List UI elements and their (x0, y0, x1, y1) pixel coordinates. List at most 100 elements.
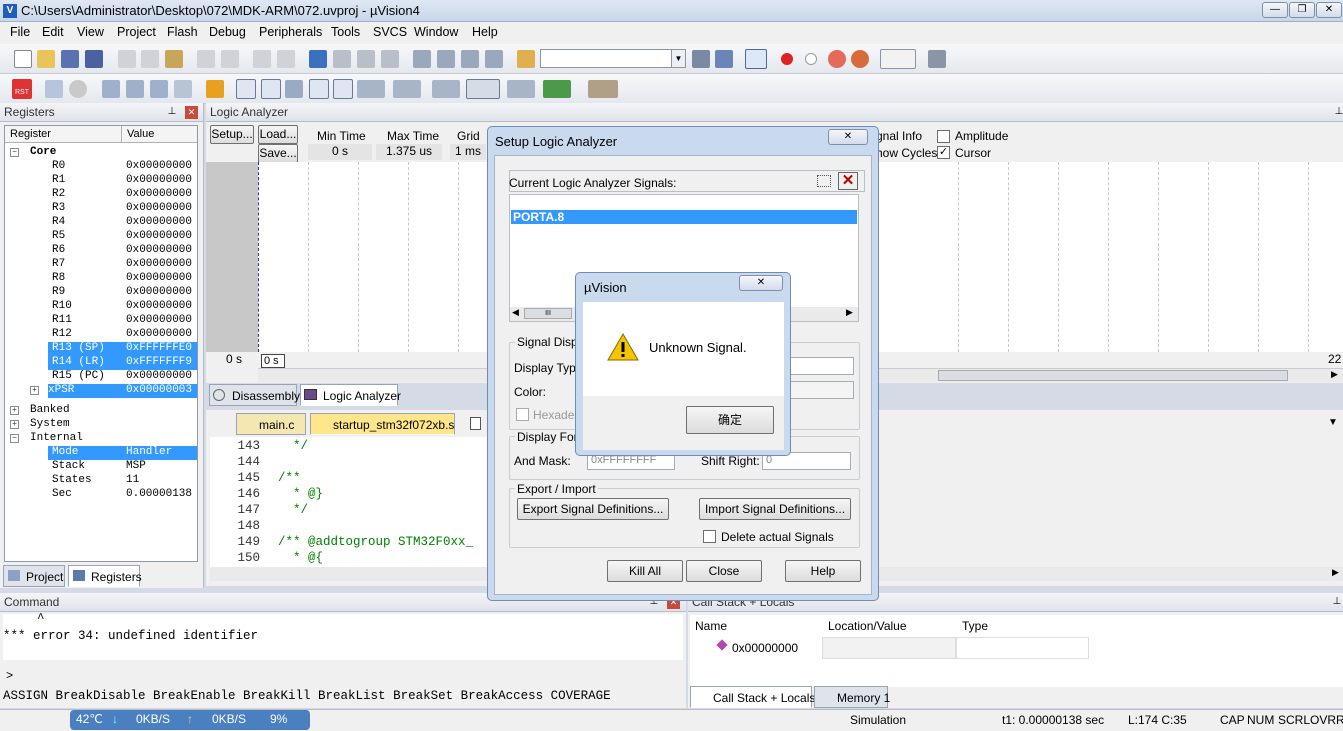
close-icon[interactable]: ✕ (828, 129, 868, 145)
delete-signal-icon[interactable]: ✕ (838, 172, 858, 190)
clear-bookmarks-icon[interactable] (381, 50, 399, 68)
internal-row[interactable]: Stack MSP (5, 460, 197, 474)
run-to-cursor-icon[interactable] (174, 80, 192, 98)
internal-row[interactable]: States 11 (5, 474, 197, 488)
close-icon[interactable]: ✕ (185, 106, 198, 119)
pin-icon[interactable]: ⊥ (166, 106, 178, 118)
register-row[interactable]: R3 0x00000000 (5, 202, 197, 216)
prev-bookmark-icon[interactable] (333, 50, 351, 68)
register-row[interactable]: R2 0x00000000 (5, 188, 197, 202)
display-type-select[interactable] (788, 357, 854, 375)
memory-windows-icon[interactable] (393, 80, 421, 98)
menu-view[interactable]: View (77, 25, 104, 39)
import-definitions-button[interactable]: Import Signal Definitions... (699, 498, 851, 520)
column-location[interactable]: Location/Value (828, 619, 907, 633)
close-icon[interactable]: ✕ (739, 275, 783, 291)
la-save-button[interactable]: Save... (258, 144, 298, 163)
menu-flash[interactable]: Flash (167, 25, 198, 39)
scroll-right-icon[interactable]: ▶ (846, 307, 853, 318)
register-row[interactable]: R4 0x00000000 (5, 216, 197, 230)
trace-windows-icon[interactable] (507, 80, 535, 98)
hexadecimal-checkbox[interactable] (516, 408, 529, 421)
redo-icon[interactable] (221, 50, 239, 68)
menu-tools[interactable]: Tools (331, 25, 360, 39)
scroll-thumb[interactable] (938, 370, 1288, 381)
column-name[interactable]: Name (695, 619, 727, 633)
chevron-down-icon[interactable]: ▼ (1328, 417, 1338, 428)
cut-icon[interactable] (118, 50, 136, 68)
configure-icon[interactable] (928, 50, 946, 68)
watch-windows-icon[interactable] (357, 80, 385, 98)
tab-memory-1[interactable]: Memory 1 (814, 686, 890, 708)
maximize-button[interactable]: ❐ (1289, 2, 1315, 18)
scroll-right-icon[interactable]: ▶ (1332, 567, 1339, 578)
find-in-files-icon[interactable] (517, 50, 535, 68)
step-into-icon[interactable] (102, 80, 120, 98)
scroll-left-icon[interactable]: ◀ (512, 307, 519, 318)
ok-button[interactable]: 确定 (686, 406, 774, 434)
register-row[interactable]: R1 0x00000000 (5, 174, 197, 188)
column-value[interactable]: Value (127, 128, 154, 140)
collapse-icon[interactable]: − (10, 434, 19, 443)
nav-back-icon[interactable] (253, 50, 271, 68)
minimize-button[interactable]: — (1262, 2, 1288, 18)
chevron-down-icon[interactable]: ▼ (671, 50, 685, 67)
close-window-button[interactable]: ✕ (1316, 2, 1342, 18)
internal-row[interactable]: Sec 0.00000138 (5, 488, 197, 502)
kill-all-breakpoints-icon[interactable] (851, 50, 869, 68)
scroll-right-icon[interactable]: ▶ (1331, 369, 1338, 380)
analysis-windows-icon[interactable] (466, 79, 500, 99)
menu-svcs[interactable]: SVCS (373, 25, 407, 39)
register-row[interactable]: + xPSR 0x00000003 (5, 384, 197, 398)
close-button[interactable]: Close (686, 560, 762, 582)
show-next-statement-icon[interactable] (206, 80, 224, 98)
color-picker[interactable] (788, 381, 854, 399)
symbols-window-icon[interactable] (285, 80, 303, 98)
register-row[interactable]: R6 0x00000000 (5, 244, 197, 258)
expand-icon[interactable]: + (30, 386, 39, 395)
indent-icon[interactable] (413, 50, 431, 68)
register-row[interactable]: R10 0x00000000 (5, 300, 197, 314)
disable-breakpoint-icon[interactable] (805, 53, 817, 65)
disable-all-breakpoints-icon[interactable] (828, 50, 846, 68)
debug-session-icon[interactable] (745, 49, 767, 69)
call-stack-window-icon[interactable] (333, 79, 353, 99)
register-row[interactable]: R13 (SP) 0xFFFFFFE0 (5, 342, 197, 356)
code-editor[interactable]: 143 */ 144 145 /** 146 * @} 147 */ 148 149 /** @… (210, 437, 490, 567)
menu-debug[interactable]: Debug (209, 25, 246, 39)
register-row[interactable]: R0 0x00000000 (5, 160, 197, 174)
collapse-icon[interactable]: − (10, 148, 19, 157)
la-setup-button[interactable]: Setup... (210, 125, 254, 144)
expand-icon[interactable]: + (10, 406, 19, 415)
breakpoint-icon[interactable] (781, 53, 793, 65)
undo-icon[interactable] (197, 50, 215, 68)
column-register[interactable]: Register (10, 128, 51, 140)
comment-icon[interactable] (461, 50, 479, 68)
stop-icon[interactable] (69, 80, 87, 98)
register-row[interactable]: R12 0x00000000 (5, 328, 197, 342)
register-row[interactable]: R9 0x00000000 (5, 286, 197, 300)
tab-call-stack[interactable]: Call Stack + Locals (690, 686, 815, 708)
column-type[interactable]: Type (962, 619, 988, 633)
disassembly-window-icon[interactable] (261, 79, 281, 99)
kill-all-button[interactable]: Kill All (607, 560, 683, 582)
menu-edit[interactable]: Edit (42, 25, 64, 39)
register-row[interactable]: R15 (PC) 0x00000000 (5, 370, 197, 384)
uncomment-icon[interactable] (485, 50, 503, 68)
callstack-row[interactable]: 0x00000000 (732, 641, 798, 655)
save-icon[interactable] (61, 50, 79, 68)
menu-file[interactable]: File (10, 25, 30, 39)
signal-item[interactable]: PORTA.8 (511, 210, 857, 224)
find-combo[interactable]: ▼ (540, 49, 686, 68)
tab-main-c[interactable]: main.c (236, 413, 306, 435)
incremental-find-icon[interactable] (715, 50, 733, 68)
cursor-checkbox[interactable]: ✓ (937, 146, 950, 159)
menu-project[interactable]: Project (117, 25, 156, 39)
tree-group-system[interactable]: + System (5, 418, 197, 432)
register-row[interactable]: R8 0x00000000 (5, 272, 197, 286)
menu-peripherals[interactable]: Peripherals (259, 25, 322, 39)
paste-icon[interactable] (165, 50, 183, 68)
new-file-icon[interactable] (14, 50, 32, 68)
next-bookmark-icon[interactable] (357, 50, 375, 68)
pin-icon[interactable]: ⊥ (1331, 596, 1343, 608)
